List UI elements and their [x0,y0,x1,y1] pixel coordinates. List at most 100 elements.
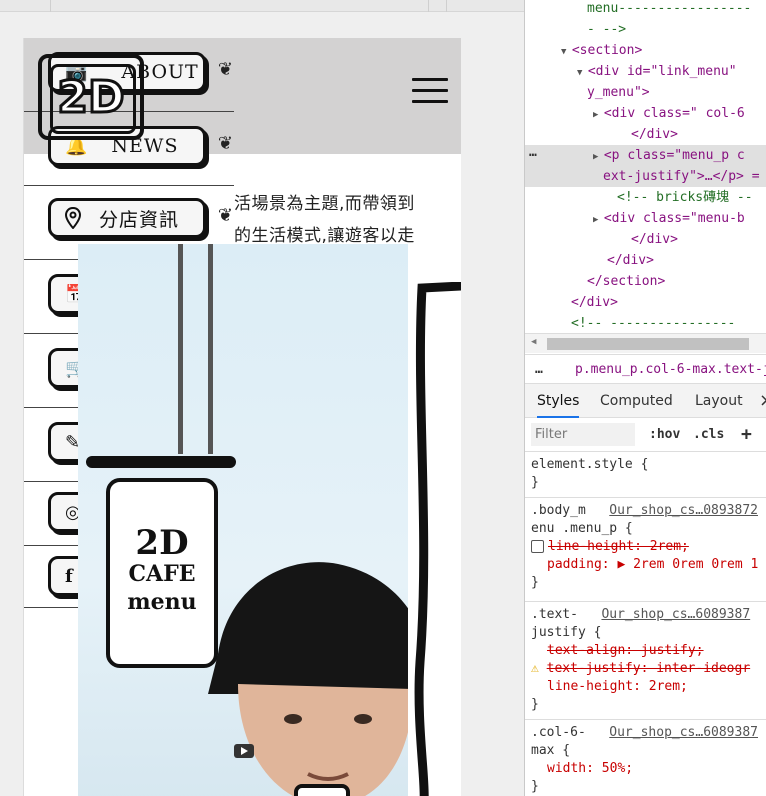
rule-selector: .text- [531,607,578,622]
page-viewport: 活場景為主題,而帶領到 的生活模式,讓遊客以走 家 開 限 📷 ABOUT ❦ [0,0,524,796]
collapsed-triangle-icon[interactable]: ▶ [593,152,604,162]
dom-node-line[interactable]: </div> [525,250,766,271]
rule-line: justify { [531,625,602,640]
sign-rope [178,244,183,454]
horizontal-scrollbar[interactable]: ◀ [525,333,766,353]
sign-line-3: menu [127,589,197,615]
dom-node-text: <div id="link_menu" [587,64,737,79]
rule-line[interactable]: element.style { [531,456,766,474]
filter-bar: :hov .cls + [525,418,766,452]
rule-source-link[interactable]: Our_shop_cs…6089387 [601,607,750,622]
dom-node-text: </section> [587,274,666,289]
rule-source-link[interactable]: Our_shop_cs…0893872 [609,503,758,518]
scrollbar-thumb[interactable] [547,338,749,350]
rule-property[interactable]: width: 50%; [547,761,633,776]
tab-styles[interactable]: Styles [537,384,580,418]
speech-bubble [294,784,350,796]
dom-node-text: y_menu"> [587,85,650,100]
styles-rules: element.style { } .body_m Our_shop_cs…08… [525,452,766,796]
expanded-triangle-icon[interactable]: ▼ [561,47,572,57]
leaf-icon: ❦ [217,205,233,226]
dom-node-text: - --> [587,22,627,37]
tab-computed[interactable]: Computed [600,384,673,418]
youtube-play-icon[interactable] [234,744,254,758]
dom-node-text: <p class="menu_p c [603,148,745,163]
hand-drawn-frame [414,282,461,796]
dom-node-line[interactable]: ▼ <section> [525,40,766,61]
property-checkbox[interactable] [531,540,544,553]
rule-property[interactable]: text-align: justify; [547,643,704,658]
leaf-icon: ❦ [217,59,233,80]
person-photo [208,562,408,796]
dom-node-text: menu----------------- [587,1,752,16]
warning-icon: ⚠ [531,661,539,676]
rule-source-link[interactable]: Our_shop_cs…6089387 [609,725,758,740]
expanded-triangle-icon[interactable]: ▼ [577,68,588,78]
dom-node-line[interactable]: </section> [525,271,766,292]
dom-node-line[interactable]: </div> [525,292,766,313]
collapsed-triangle-icon[interactable]: ▶ [593,215,604,225]
new-rule-button[interactable]: + [741,418,752,452]
dom-node-text: <!-- bricks磚塊 -- [617,190,753,205]
dom-node-line[interactable]: </div> [525,124,766,145]
rule-property[interactable]: text-justify: inter-ideogr [547,661,751,676]
dom-node-line[interactable]: y_menu"> [525,82,766,103]
rule-line: enu .menu_p { [531,521,633,536]
rule-line: } [531,697,539,712]
rule-line: } [531,779,539,794]
node-actions-icon[interactable]: … [529,145,537,160]
dom-node-line[interactable]: ext-justify">…</p> = [525,166,766,187]
rule-line: } [531,575,539,590]
rule-text-justify: .text- Our_shop_cs…6089387 justify { tex… [525,602,766,720]
dom-node-text: </div> [571,295,618,310]
cls-button[interactable]: .cls [693,418,724,452]
rule-col-6-max: .col-6- Our_shop_cs…6089387 max { width:… [525,720,766,796]
scroll-left-icon[interactable]: ◀ [531,337,536,347]
collapsed-triangle-icon[interactable]: ▶ [593,110,604,120]
dom-node-line[interactable]: ▶ <div class="menu-b [525,208,766,229]
rule-body-menu: .body_m Our_shop_cs…0893872 enu .menu_p … [525,498,766,602]
rule-selector: .body_m [531,503,586,518]
breadcrumb: … p.menu_p.col-6-max.text-justi [525,354,766,384]
dom-node-text: </div> [631,232,678,247]
facebook-icon: f [65,565,73,587]
dom-node-line[interactable]: <!-- ---------------- [525,313,766,334]
hamburger-menu-button[interactable] [412,78,448,104]
dom-node-text: </div> [607,253,654,268]
dom-node-line[interactable]: menu----------------- [525,0,766,19]
dom-node-text: <section> [571,43,643,58]
dom-node-text: <div class=" col-6 [603,106,745,121]
map-pin-icon [65,207,81,229]
sign-line-2: CAFE [128,561,196,587]
dom-node-line[interactable]: <!-- bricks磚塊 -- [525,187,766,208]
dom-node-line[interactable]: - --> [525,19,766,40]
rule-property[interactable]: line-height: 2rem; [548,539,689,554]
store-info-button[interactable]: 分店資訊 ❦ [48,198,233,238]
rule-property[interactable]: padding: ▶ 2rem 0rem 0rem 1 [547,557,758,572]
rule-property[interactable]: line-height: 2rem; [547,679,688,694]
rule-line: max { [531,743,571,758]
top-ruler [0,0,524,12]
mobile-page: 活場景為主題,而帶領到 的生活模式,讓遊客以走 家 開 限 📷 ABOUT ❦ [23,38,461,796]
intro-line: 活場景為主題,而帶領到 [234,194,415,214]
rule-selector: .col-6- [531,725,586,740]
breadcrumb-selected[interactable]: p.menu_p.col-6-max.text-justi [575,355,766,385]
logo-text: 2D [56,70,126,124]
dom-node-line[interactable]: ▼ <div id="link_menu" [525,61,766,82]
dom-node-line[interactable]: </div> [525,229,766,250]
dom-node-line[interactable]: ▶ <div class=" col-6 [525,103,766,124]
sign-bar [86,456,236,468]
more-icon[interactable]: … [535,355,543,385]
rule-line: } [531,475,539,490]
dom-node-line[interactable]: ▶ <p class="menu_p c [525,145,766,166]
tab-layout[interactable]: Layout [695,384,743,418]
leaf-icon: ❦ [217,133,233,154]
hov-button[interactable]: :hov [649,418,680,452]
filter-input[interactable] [531,423,635,446]
menu-video[interactable]: 2D CAFE menu [78,244,408,796]
dom-node-text: <div class="menu-b [603,211,745,226]
brand-logo[interactable]: 2D [38,54,144,140]
close-icon[interactable]: × [759,384,766,418]
elements-tree: menu----------------- - --> ▼ <section> ▼ <… [525,0,766,332]
rule-element-style: element.style { } [525,452,766,498]
